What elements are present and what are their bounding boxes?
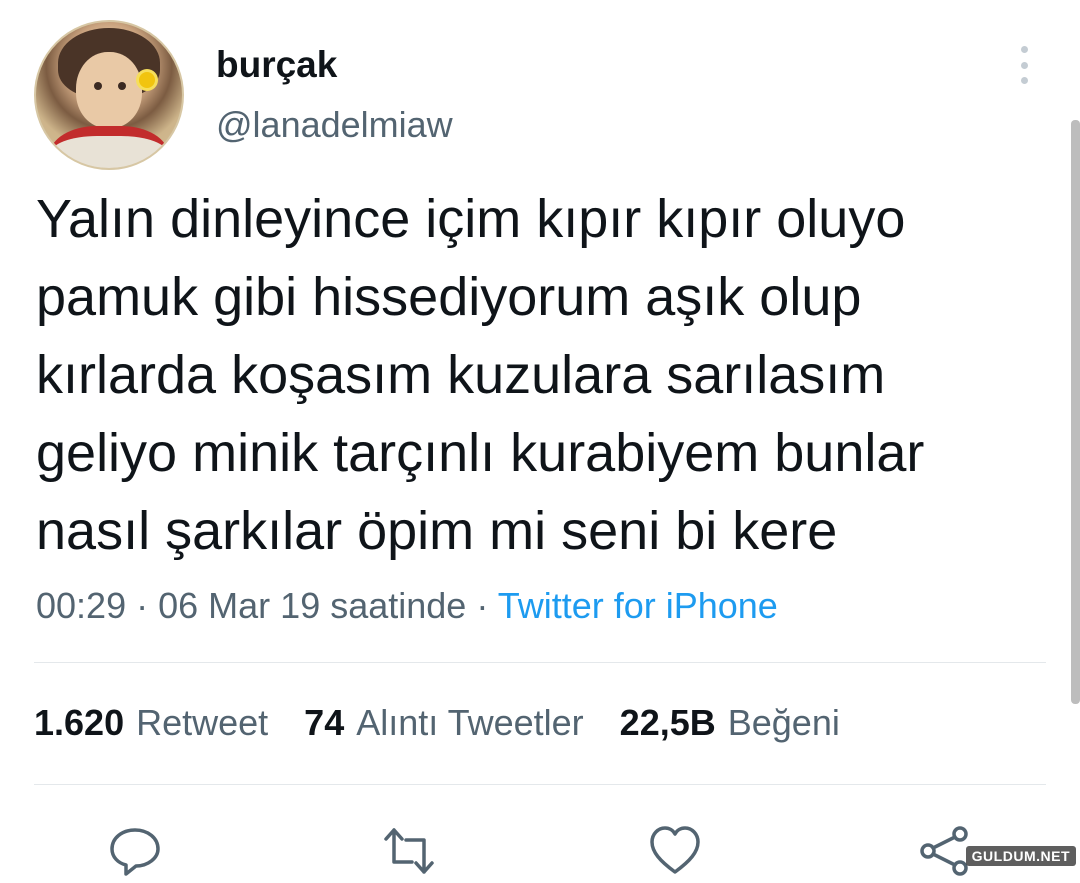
likes-label: Beğeni — [727, 702, 840, 743]
tweet-time[interactable]: 00:29 — [36, 585, 126, 626]
avatar-shirt — [50, 126, 168, 168]
tweet-source-link[interactable]: Twitter for iPhone — [498, 585, 778, 626]
watermark: GULDUM.NET — [965, 846, 1076, 866]
divider — [34, 784, 1046, 785]
meta-separator: · — [136, 585, 149, 626]
user-handle[interactable]: @lanadelmiaw — [216, 104, 453, 146]
meta-separator: · — [476, 585, 489, 626]
action-bar — [0, 824, 1080, 876]
share-button[interactable] — [918, 824, 972, 876]
quotes-label: Alıntı Tweetler — [356, 702, 584, 743]
more-dot — [1020, 46, 1028, 53]
tweet-text: Yalın dinleyince içim kıpır kıpır oluyo … — [36, 189, 925, 561]
tweet-date[interactable]: 06 Mar 19 saatinde — [158, 585, 466, 626]
avatar-eye-right — [118, 82, 126, 90]
retweet-button[interactable] — [382, 824, 436, 874]
quotes-count: 74 — [304, 702, 345, 743]
quotes-stat[interactable]: 74 Alıntı Tweetler — [304, 702, 584, 744]
avatar[interactable] — [34, 20, 184, 170]
reply-button[interactable] — [108, 824, 162, 876]
like-button[interactable] — [648, 824, 702, 874]
avatar-hair-flower — [139, 72, 155, 88]
retweets-count: 1.620 — [34, 702, 125, 743]
retweets-stat[interactable]: 1.620 Retweet — [34, 702, 268, 744]
tweet-meta: 00:29 · 06 Mar 19 saatinde · Twitter for… — [36, 585, 778, 627]
tweet-stats: 1.620 Retweet 74 Alıntı Tweetler 22,5B Beğe… — [34, 702, 840, 744]
likes-count: 22,5B — [619, 702, 716, 743]
avatar-eye-left — [94, 82, 102, 90]
more-dot — [1020, 61, 1028, 69]
scrollbar[interactable] — [1071, 120, 1080, 704]
likes-stat[interactable]: 22,5B Beğeni — [620, 702, 840, 744]
avatar-face — [76, 52, 142, 128]
more-options-icon[interactable] — [1017, 46, 1031, 84]
more-dot — [1020, 77, 1028, 84]
display-name[interactable]: burçak — [216, 44, 337, 86]
divider — [34, 662, 1046, 663]
retweets-label: Retweet — [136, 702, 269, 743]
